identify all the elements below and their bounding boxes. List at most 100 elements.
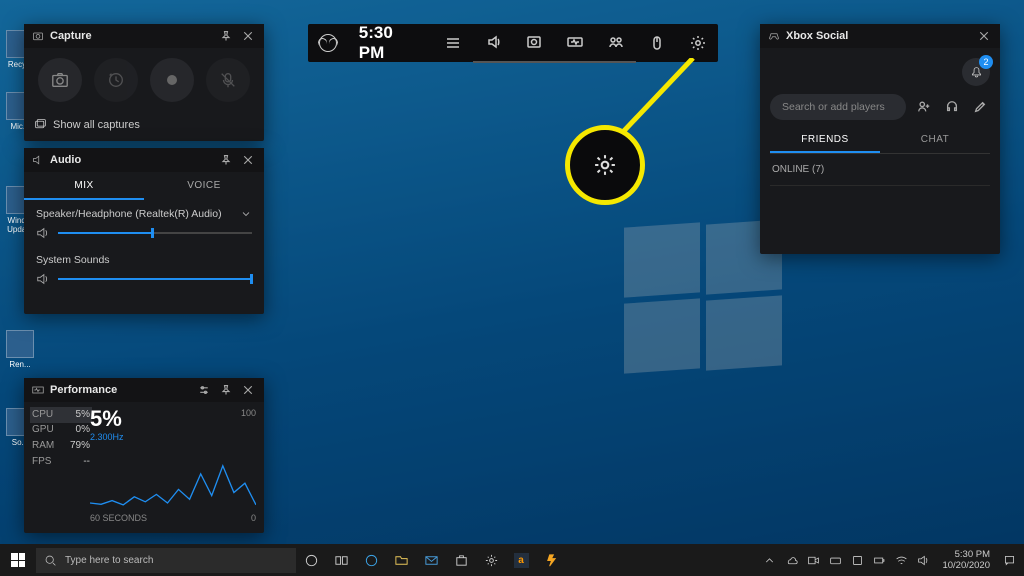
- placeholder: Type here to search: [65, 555, 153, 566]
- xbox-icon: [319, 34, 337, 52]
- cortana-button[interactable]: [296, 544, 326, 576]
- audio-panel: Audio MIX VOICE Speaker/Headphone (Realt…: [24, 148, 264, 314]
- widgets-menu-button[interactable]: [432, 24, 473, 62]
- tab-voice[interactable]: VOICE: [144, 172, 264, 200]
- performance-panel: Performance CPU5% GPU0% RAM79% FPS-- 100…: [24, 378, 264, 533]
- settings-button[interactable]: [677, 24, 718, 62]
- tray-battery[interactable]: [870, 549, 888, 571]
- panel-title: Capture: [50, 30, 212, 42]
- chevron-down-icon[interactable]: [240, 208, 252, 220]
- close-button[interactable]: [240, 152, 256, 168]
- clock-date: 10/20/2020: [942, 560, 990, 571]
- close-button[interactable]: [976, 28, 992, 44]
- tray-input[interactable]: [826, 549, 844, 571]
- placeholder: Search or add players: [782, 101, 885, 113]
- stat-fps[interactable]: FPS--: [32, 454, 90, 470]
- action-center-button[interactable]: [1000, 549, 1018, 571]
- volume-icon: [36, 272, 50, 286]
- tray-volume[interactable]: [914, 549, 932, 571]
- notification-badge: 2: [979, 55, 993, 69]
- y-max: 100: [241, 408, 256, 418]
- xbox-social-panel: Xbox Social 2 Search or add players FRIE…: [760, 24, 1000, 254]
- close-button[interactable]: [240, 382, 256, 398]
- edge-app[interactable]: [356, 544, 386, 576]
- taskbar: Type here to search a 5:30 PM 10/20/2020: [0, 544, 1024, 576]
- compose-button[interactable]: [970, 97, 990, 117]
- windows-icon: [11, 553, 25, 567]
- perf-freq: 2.300Hz: [90, 432, 256, 442]
- screenshot-button[interactable]: [38, 58, 82, 102]
- system-sounds-label: System Sounds: [36, 254, 110, 266]
- speaker-icon: [32, 154, 44, 166]
- taskview-button[interactable]: [326, 544, 356, 576]
- tab-chat[interactable]: CHAT: [880, 128, 990, 153]
- system-volume-slider[interactable]: [58, 278, 252, 280]
- tab-friends[interactable]: FRIENDS: [770, 128, 880, 153]
- settings-app[interactable]: [476, 544, 506, 576]
- options-button[interactable]: [196, 382, 212, 398]
- online-heading[interactable]: ONLINE (7): [770, 154, 990, 186]
- output-device-label: Speaker/Headphone (Realtek(R) Audio): [36, 208, 222, 220]
- amazon-app[interactable]: a: [506, 544, 536, 576]
- audio-widget-button[interactable]: [473, 23, 514, 63]
- x-label: 60 SECONDS: [90, 513, 147, 523]
- top-clock: 5:30 PM: [349, 23, 433, 63]
- stat-gpu[interactable]: GPU0%: [32, 422, 90, 438]
- taskbar-search[interactable]: Type here to search: [36, 548, 296, 573]
- tray-meet[interactable]: [804, 549, 822, 571]
- start-button[interactable]: [0, 544, 36, 576]
- xbox-button[interactable]: [308, 24, 349, 62]
- panel-title: Performance: [50, 384, 190, 396]
- y-min: 0: [251, 513, 256, 523]
- annotation-line: [617, 58, 697, 138]
- stat-cpu[interactable]: CPU5%: [30, 407, 92, 423]
- controller-icon: [768, 30, 780, 42]
- pin-button[interactable]: [218, 382, 234, 398]
- notifications-button[interactable]: 2: [962, 58, 990, 86]
- record-icon: [167, 75, 177, 85]
- panel-title: Xbox Social: [786, 30, 970, 42]
- link-label: Show all captures: [53, 119, 140, 131]
- device-volume-slider[interactable]: [58, 232, 252, 234]
- headset-button[interactable]: [942, 97, 962, 117]
- gear-icon: [690, 35, 706, 51]
- annotation-circle: [565, 125, 645, 205]
- show-all-captures-link[interactable]: Show all captures: [24, 112, 264, 141]
- pin-button[interactable]: [218, 28, 234, 44]
- perf-big-value: 5%: [90, 408, 256, 430]
- tray-chevron[interactable]: [760, 549, 778, 571]
- perf-chart: 100 5% 2.300Hz 60 SECONDS 0: [90, 408, 256, 523]
- close-button[interactable]: [240, 28, 256, 44]
- stat-ram[interactable]: RAM79%: [32, 438, 90, 454]
- tray-wifi[interactable]: [892, 549, 910, 571]
- performance-widget-button[interactable]: [555, 23, 596, 63]
- capture-icon: [32, 30, 44, 42]
- volume-icon: [36, 226, 50, 240]
- tray-onedrive[interactable]: [782, 549, 800, 571]
- mic-toggle-button[interactable]: [206, 58, 250, 102]
- social-widget-button[interactable]: [596, 23, 637, 63]
- tab-mix[interactable]: MIX: [24, 172, 144, 200]
- winamp-app[interactable]: [536, 544, 566, 576]
- gallery-icon: [34, 118, 47, 131]
- clock-time: 5:30 PM: [942, 549, 990, 560]
- record-button[interactable]: [150, 58, 194, 102]
- icon-label: Ren...: [9, 360, 30, 369]
- pin-button[interactable]: [218, 152, 234, 168]
- add-friend-button[interactable]: [914, 97, 934, 117]
- capture-widget-button[interactable]: [514, 23, 555, 63]
- store-app[interactable]: [446, 544, 476, 576]
- taskbar-clock[interactable]: 5:30 PM 10/20/2020: [936, 549, 996, 571]
- desktop-icon[interactable]: Ren...: [6, 330, 34, 369]
- mail-app[interactable]: [416, 544, 446, 576]
- record-last-button[interactable]: [94, 58, 138, 102]
- search-icon: [44, 554, 57, 567]
- gear-icon: [594, 154, 616, 176]
- gamebar-top-bar: 5:30 PM: [308, 24, 718, 62]
- perf-stats: CPU5% GPU0% RAM79% FPS--: [32, 408, 90, 523]
- explorer-app[interactable]: [386, 544, 416, 576]
- player-search-input[interactable]: Search or add players: [770, 94, 906, 120]
- tray-touchpad[interactable]: [848, 549, 866, 571]
- mouse-button[interactable]: [636, 24, 677, 62]
- panel-title: Audio: [50, 154, 212, 166]
